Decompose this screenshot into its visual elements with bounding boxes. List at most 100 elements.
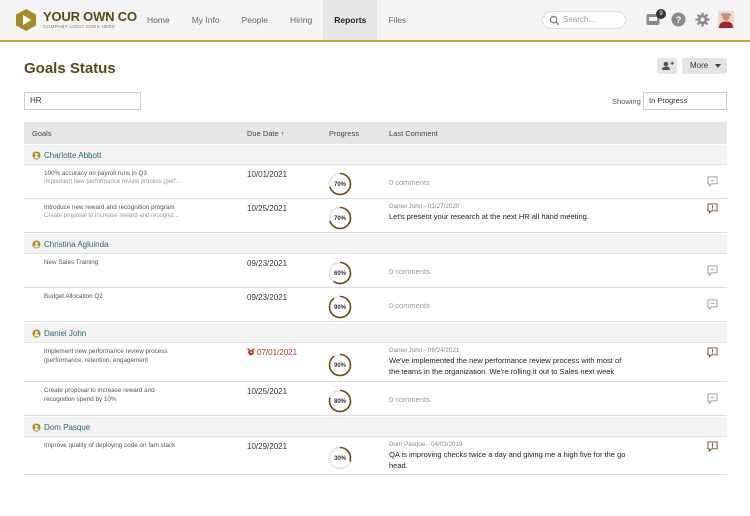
progress-ring: 80% xyxy=(328,389,352,413)
comment-count: 0 comments xyxy=(389,267,430,276)
goal-title[interactable]: New Sales Training xyxy=(44,258,98,267)
goal-title[interactable]: Improve quality of deploying code on fam… xyxy=(44,441,175,450)
goal-title[interactable]: 100% accuracy on payroll runs in Q3 xyxy=(44,169,147,178)
comment-count: 0 comments xyxy=(389,178,430,187)
comment-text: Let's present your research at the next … xyxy=(389,212,589,221)
avatar[interactable] xyxy=(718,11,734,28)
progress-label: 60% xyxy=(334,271,347,277)
progress-ring: 90% xyxy=(328,295,352,319)
search-input[interactable]: Search... xyxy=(563,15,595,24)
svg-text:?: ? xyxy=(676,15,682,25)
gear-icon[interactable] xyxy=(695,12,710,27)
progress-ring: 30% xyxy=(328,446,352,470)
more-label: More xyxy=(690,61,709,70)
progress-ring: 70% xyxy=(328,206,352,230)
search-icon xyxy=(549,15,560,26)
brand-tagline: COMPANY LOGO GOES HERE xyxy=(43,24,116,29)
goal-row[interactable]: Create proposal to increase reward and re… xyxy=(24,382,727,416)
goal-description: Implement new performance review process… xyxy=(44,179,181,185)
search-box[interactable]: Search... xyxy=(542,11,626,29)
goal-title[interactable]: Budget Allocation Q2 xyxy=(44,292,103,301)
column-header-due-date[interactable]: Due Date ↑ xyxy=(247,129,284,138)
comment-icon[interactable] xyxy=(707,299,718,310)
table-header: Goals Due Date ↑ Progress Last Comment xyxy=(24,122,727,144)
person-group-row[interactable]: Dom Pasque xyxy=(24,417,727,437)
alarm-clock-icon xyxy=(247,348,255,356)
comment-icon[interactable] xyxy=(707,347,718,358)
top-nav-bar: YOUR OWN CO COMPANY LOGO GOES HERE Home M… xyxy=(0,0,750,42)
nav-item-reports[interactable]: Reports xyxy=(323,0,378,40)
caret-down-icon xyxy=(715,64,721,68)
goal-row[interactable]: Budget Allocation Q2 09/23/2021 90% 0 comme… xyxy=(24,288,727,322)
progress-label: 30% xyxy=(334,456,347,462)
person-name-link[interactable]: Daniel John xyxy=(44,329,86,338)
goal-description: (performance, retention, engagement xyxy=(44,357,148,364)
goal-row[interactable]: New Sales Training 09/23/2021 60% 0 comment… xyxy=(24,254,727,288)
due-date: 10/29/2021 xyxy=(247,442,288,451)
nav-item-hiring[interactable]: Hiring xyxy=(279,0,323,40)
comment-text: We've implemented the new performance re… xyxy=(389,356,622,365)
logo-hexagon-icon xyxy=(16,9,36,31)
showing-label: Showing xyxy=(612,97,641,106)
due-date: 09/23/2021 xyxy=(247,293,288,302)
due-date: 10/01/2021 xyxy=(247,170,288,179)
column-header-progress[interactable]: Progress xyxy=(329,129,359,138)
goal-description: Create proposal to increase reward and r… xyxy=(44,213,179,219)
person-group-row[interactable]: Christina Agluinda xyxy=(24,234,727,254)
progress-label: 70% xyxy=(334,216,347,222)
goal-row[interactable]: 100% accuracy on payroll runs in Q3 Imple… xyxy=(24,165,727,199)
due-date: 10/25/2021 xyxy=(247,204,288,213)
due-date: 10/25/2021 xyxy=(247,387,288,396)
comment-count: 0 comments xyxy=(389,395,430,404)
brand-name: YOUR OWN CO xyxy=(43,9,137,24)
person-name-link[interactable]: Christina Agluinda xyxy=(44,240,108,249)
comment-author-date: Dom Pasque - 04/03/2019 xyxy=(389,441,463,448)
person-group-row[interactable]: Charlotte Abbott xyxy=(24,145,727,165)
goal-description: recognition spend by 10% xyxy=(44,396,117,403)
more-dropdown-button[interactable]: More xyxy=(682,58,727,74)
progress-ring: 60% xyxy=(328,261,352,285)
company-logo[interactable]: YOUR OWN CO COMPANY LOGO GOES HERE xyxy=(14,8,137,34)
person-icon xyxy=(32,423,41,432)
person-name-link[interactable]: Dom Pasque xyxy=(44,423,90,432)
goal-title[interactable]: Introduce new reward and recognition pro… xyxy=(44,203,175,212)
goal-title[interactable]: Implement new performance review process xyxy=(44,347,168,356)
main-nav: Home My Info People Hiring Reports Files xyxy=(136,0,417,40)
add-user-icon xyxy=(662,61,674,70)
due-date: 09/23/2021 xyxy=(247,259,288,268)
comment-icon[interactable] xyxy=(707,441,718,452)
nav-item-home[interactable]: Home xyxy=(136,0,181,40)
progress-label: 80% xyxy=(334,399,347,405)
column-header-last-comment[interactable]: Last Comment xyxy=(389,129,438,138)
goal-row[interactable]: Implement new performance review process… xyxy=(24,343,727,382)
person-name-link[interactable]: Charlotte Abbott xyxy=(44,151,101,160)
filter-input[interactable]: HR xyxy=(24,92,141,110)
goal-title[interactable]: Create proposal to increase reward and xyxy=(44,386,155,395)
progress-ring: 70% xyxy=(328,172,352,196)
nav-item-files[interactable]: Files xyxy=(377,0,417,40)
help-icon[interactable]: ? xyxy=(671,12,686,27)
add-user-button[interactable] xyxy=(657,58,677,74)
goal-row[interactable]: Improve quality of deploying code on fam… xyxy=(24,437,727,475)
comment-icon[interactable] xyxy=(707,176,718,187)
comment-text: the teams in the organization. We're rol… xyxy=(389,367,615,376)
column-header-goals[interactable]: Goals xyxy=(32,129,52,138)
person-icon xyxy=(32,329,41,338)
comment-author-date: Daniel John - 01/27/2020 xyxy=(389,203,460,210)
comment-icon[interactable] xyxy=(707,203,718,214)
due-date-label: Due Date xyxy=(247,129,279,138)
progress-label: 90% xyxy=(334,305,347,311)
goal-row[interactable]: Introduce new reward and recognition pro… xyxy=(24,199,727,233)
progress-label: 90% xyxy=(334,363,347,369)
comment-icon[interactable] xyxy=(707,393,718,404)
status-filter-select[interactable]: In Progress xyxy=(643,92,727,110)
comment-text: QA is improving checks twice a day and g… xyxy=(389,450,626,459)
progress-label: 70% xyxy=(334,182,347,188)
person-icon xyxy=(32,240,41,249)
page-title: Goals Status xyxy=(24,60,116,77)
comment-icon[interactable] xyxy=(707,265,718,276)
person-group-row[interactable]: Daniel John xyxy=(24,323,727,343)
nav-item-my-info[interactable]: My Info xyxy=(181,0,231,40)
nav-item-people[interactable]: People xyxy=(231,0,279,40)
comment-text: head. xyxy=(389,461,408,470)
